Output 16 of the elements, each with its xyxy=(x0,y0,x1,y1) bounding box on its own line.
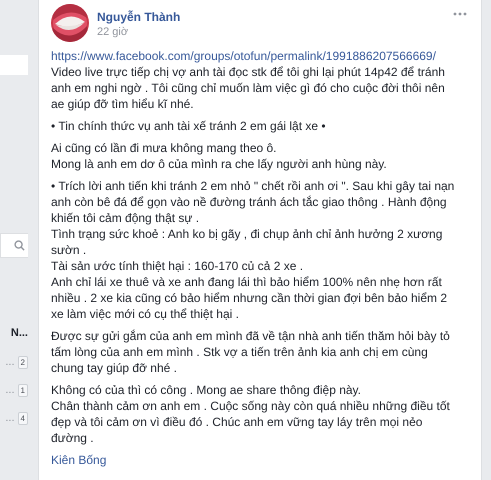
group-title[interactable]: N... xyxy=(10,327,28,339)
post-paragraph: • Tin chính thức vụ anh tài xế tránh 2 em gái lật xe • xyxy=(51,118,327,134)
post-paragraph: Video live trực tiếp chị vợ anh tài đọc stk để tôi ghi lại phút 14p42 để tránh anh em nghi ngờ . Tôi cũng chỉ muốn làm việc gì đó cho cuộc đời thôi nên ae giúp đỡ tìm hiểu kĩ nhé. xyxy=(51,64,446,112)
post-paragraph: Ai cũng có lần đi mưa không mang theo ô. Mong là anh em dơ ô của mình ra che lấy người anh hùng này. xyxy=(51,140,388,172)
search-icon xyxy=(14,240,25,251)
post-link[interactable]: https://www.facebook.com/groups/otofun/permalink/1991886207566669/ xyxy=(51,48,469,64)
count-badge: 2 xyxy=(18,356,28,368)
author-name[interactable]: Nguyễn Thành xyxy=(97,9,180,25)
post-paragraph: Không có của thì có công . Mong ae share thông điệp này. Chân thành cảm ơn anh em . Cuộc sống này còn quá nhiều những điều tốt đẹp và tôi cảm ơn vì điều đó . Chúc anh em vững tay láy trên mọi nẻo đường . xyxy=(51,382,451,446)
more-options-icon[interactable] xyxy=(453,12,467,16)
tagged-name-link[interactable]: Kiên Bống xyxy=(51,452,106,468)
count-badge: 1 xyxy=(18,384,28,396)
post-paragraph: Được sự gửi gắm của anh em mình đã về tận nhà anh tiến thăm hỏi bày tỏ tấm lòng của anh em mình . Stk vợ a tiến trên ảnh kia anh chị em cùng chung tay giúp đỡ nhé . xyxy=(51,328,451,376)
count-badge: 4 xyxy=(18,412,28,424)
post-paragraph: • Trích lời anh tiến khi tránh 2 em nhỏ " chết rồi anh ơi ". Sau khi gây tai nạn anh còn bê đá để gọn vào nề đường tránh ách tắc giao thông . Hành động khiến tôi cảm động thật sự . Tình trạng sức khoẻ : Anh ko bị gãy , đi chụp ảnh chỉ ảnh hưởng 2 xương sườn . Tài sản ước tính thiệt hại : 160-170 củ cả 2 xe . Anh chỉ lái xe thuê và xe anh đang lái thì bảo hiểm 100% nên nhẹ hơn rất nhiều . 2 xe kia cũng có bảo hiểm nhưng cần thời gian đợi bên bảo hiểm 2 xe làm việc mới có cụ thể thiệt hại . xyxy=(51,178,456,322)
search-field[interactable] xyxy=(0,233,28,258)
